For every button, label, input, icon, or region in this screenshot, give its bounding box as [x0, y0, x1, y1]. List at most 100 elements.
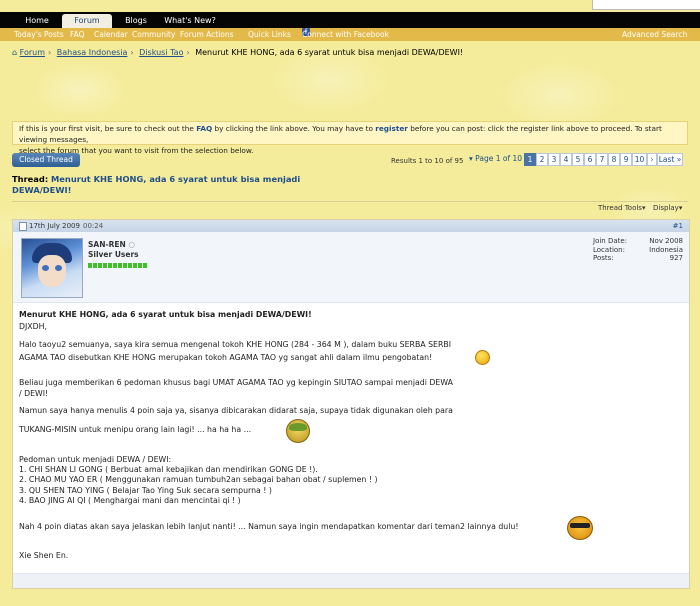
link-todays-posts[interactable]: Today's Posts — [14, 28, 64, 41]
top-strip — [0, 0, 700, 12]
post-number[interactable]: #1 — [673, 220, 683, 232]
home-icon[interactable]: ⌂ — [12, 48, 17, 57]
page-6[interactable]: 6 — [584, 153, 596, 166]
avatar[interactable] — [21, 238, 83, 298]
page-3[interactable]: 3 — [548, 153, 560, 166]
page-9[interactable]: 9 — [620, 153, 632, 166]
facebook-link-label: Connect with Facebook — [302, 30, 389, 39]
chevron-down-icon: ▾ — [678, 204, 683, 212]
post-line: Beliau juga memberikan 6 pedoman khusus … — [19, 378, 453, 387]
menu-community[interactable]: Community — [132, 28, 175, 41]
join-date-label: Join Date: — [593, 237, 628, 245]
post-line: Pedoman untuk menjadi DEWA / DEWI: — [19, 455, 172, 464]
post-footer — [13, 573, 689, 588]
post-header: 17th July 2009 00:24 #1 — [13, 220, 689, 232]
menu-forum-actions[interactable]: Forum Actions — [180, 28, 234, 41]
page-1[interactable]: 1 — [524, 153, 536, 166]
posts-value: 927 — [669, 254, 683, 262]
smiley-icon — [475, 350, 490, 365]
post-time: 00:24 — [83, 222, 104, 230]
username[interactable]: SAN-REN ○ — [88, 240, 135, 249]
breadcrumb: ⌂ Forum › Bahasa Indonesia › Diskusi Tao › … — [12, 48, 463, 57]
post-title: Menurut KHE HONG, ada 6 syarat untuk bis… — [19, 310, 312, 319]
closed-thread-button[interactable]: Closed Thread — [12, 153, 80, 167]
post-line: 1. CHI SHAN LI GONG ( Berbuat amal kebaj… — [19, 465, 318, 474]
post-line: 3. QU SHEN TAO YING ( Belajar Tao Ying S… — [19, 486, 272, 495]
post-line: 2. CHAO MU YAO ER ( Menggunakan ramuan t… — [19, 475, 378, 484]
location-value: Indonesia — [649, 245, 683, 254]
display-label: Display — [653, 204, 679, 212]
results-count: Results 1 to 10 of 95 — [391, 157, 464, 165]
page-2[interactable]: 2 — [536, 153, 548, 166]
posts-label: Posts: — [593, 254, 614, 262]
post-line: 4. BAO JING AI QI ( Menghargai mani dan … — [19, 496, 241, 505]
avatar-face — [38, 255, 66, 287]
notice-text: by clicking the link above. You may have… — [212, 124, 376, 133]
breadcrumb-forum[interactable]: Forum — [20, 48, 45, 57]
breadcrumb-separator: › — [48, 48, 52, 57]
breadcrumb-diskusi-tao[interactable]: Diskusi Tao — [139, 48, 183, 57]
thread-tools-bar: Thread Tools▾ Display▾ — [12, 201, 688, 214]
post-document-icon — [19, 222, 27, 231]
tab-forum[interactable]: Forum — [62, 14, 112, 28]
menu-quick-links[interactable]: Quick Links — [248, 28, 291, 41]
username-text: SAN-REN — [88, 240, 126, 249]
last-page-label: Last — [658, 155, 675, 164]
post-line: TUKANG-MISIN untuk menipu orang lain lag… — [19, 425, 252, 434]
page-of-label: Page 1 of 10 — [475, 154, 523, 163]
page-5[interactable]: 5 — [572, 153, 584, 166]
thread-tools-menu[interactable]: Thread Tools▾ — [598, 204, 645, 212]
post-date: 17th July 2009 — [29, 222, 80, 230]
user-title: Silver Users — [88, 250, 139, 259]
post-line: / DEWI! — [19, 389, 49, 398]
avatar-eye — [42, 265, 49, 271]
link-advanced-search[interactable]: Advanced Search — [622, 28, 687, 41]
link-faq[interactable]: FAQ — [70, 28, 85, 41]
breadcrumb-bahasa-indonesia[interactable]: Bahasa Indonesia — [57, 48, 128, 57]
breadcrumb-separator: › — [186, 48, 190, 57]
sub-navbar: Today's Posts FAQ Calendar Community For… — [0, 28, 700, 41]
post-1: 17th July 2009 00:24 #1 SAN-REN ○ Silver… — [12, 219, 690, 589]
notice-register-link[interactable]: register — [375, 124, 408, 133]
post-line: Xie Shen En. — [19, 551, 69, 560]
thread-title: Thread: Menurut KHE HONG, ada 6 syarat u… — [12, 174, 302, 196]
page-10[interactable]: 10 — [632, 153, 647, 166]
user-detail-labels: Join Date: Location: Posts: — [593, 237, 627, 263]
page-7[interactable]: 7 — [596, 153, 608, 166]
offline-status-icon: ○ — [128, 240, 135, 249]
thread-title-text: Menurut KHE HONG, ada 6 syarat untuk bis… — [12, 174, 301, 195]
thread-prefix: Thread: — [12, 174, 49, 184]
display-menu[interactable]: Display▾ — [653, 204, 682, 212]
notice-text: If this is your first visit, be sure to … — [19, 124, 197, 133]
laughing-smiley-icon — [286, 419, 310, 443]
next-page-icon[interactable]: › — [647, 153, 657, 166]
location-label: Location: — [593, 245, 625, 254]
post-line: Nah 4 poin diatas akan saya jelaskan leb… — [19, 522, 519, 531]
post-line: Halo taoyu2 semuanya, saya kira semua me… — [19, 340, 452, 349]
main-navbar: Home Forum Blogs What's New? — [0, 12, 700, 28]
tab-whats-new[interactable]: What's New? — [162, 14, 218, 28]
thread-tools-label: Thread Tools — [598, 204, 642, 212]
post-line: Namun saya hanya menulis 4 poin saja ya,… — [19, 406, 453, 415]
post-user-info: SAN-REN ○ Silver Users Join Date: Locati… — [13, 232, 689, 303]
last-page-button[interactable]: Last » — [657, 153, 683, 166]
join-date-value: Nov 2008 — [649, 237, 683, 245]
first-visit-notice: If this is your first visit, be sure to … — [12, 121, 688, 155]
link-calendar[interactable]: Calendar — [94, 28, 128, 41]
reputation-bar — [88, 261, 148, 268]
ninja-smiley-icon — [567, 516, 593, 540]
chevron-down-icon: ▾ — [641, 204, 646, 212]
page-4[interactable]: 4 — [560, 153, 572, 166]
breadcrumb-separator: › — [130, 48, 134, 57]
notice-faq-link[interactable]: FAQ — [196, 124, 212, 133]
user-detail-values: Nov 2008 Indonesia 927 — [633, 237, 683, 263]
tab-blogs[interactable]: Blogs — [114, 14, 158, 28]
tab-home[interactable]: Home — [16, 14, 58, 28]
breadcrumb-current: Menurut KHE HONG, ada 6 syarat untuk bis… — [195, 48, 464, 57]
top-login-box[interactable] — [592, 0, 700, 10]
page-of-dropdown[interactable]: ▾ Page 1 of 10 — [469, 154, 522, 163]
avatar-eye — [55, 265, 62, 271]
post-line: DJXDH, — [19, 322, 47, 331]
post-line: AGAMA TAO disebutkan KHE HONG merupakan … — [19, 353, 433, 362]
page-8[interactable]: 8 — [608, 153, 620, 166]
